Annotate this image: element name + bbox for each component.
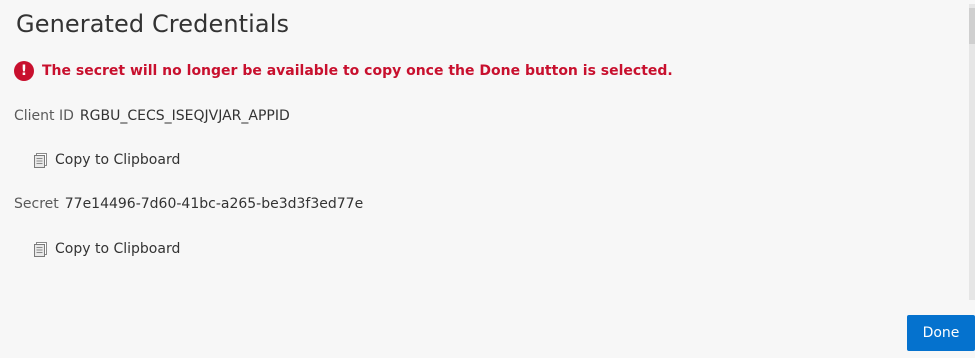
secret-row: Secret 77e14496-7d60-41bc-a265-be3d3f3ed… xyxy=(14,196,363,212)
secret-value: 77e14496-7d60-41bc-a265-be3d3f3ed77e xyxy=(64,196,364,212)
error-icon: ! xyxy=(14,61,34,81)
copy-secret-label: Copy to Clipboard xyxy=(55,241,181,257)
vertical-scrollbar[interactable] xyxy=(969,4,975,300)
client-id-label: Client ID xyxy=(14,108,74,124)
copy-secret-button[interactable]: Copy to Clipboard xyxy=(34,241,180,257)
clipboard-icon xyxy=(34,241,47,257)
dialog-title: Generated Credentials xyxy=(16,10,290,38)
client-id-value: RGBU_CECS_ISEQJVJAR_APPID xyxy=(79,108,290,124)
client-id-row: Client ID RGBU_CECS_ISEQJVJAR_APPID xyxy=(14,108,290,124)
scrollbar-thumb[interactable] xyxy=(969,8,975,44)
generated-credentials-dialog: Generated Credentials ! The secret will … xyxy=(0,0,975,358)
copy-client-id-button[interactable]: Copy to Clipboard xyxy=(34,152,180,168)
done-button[interactable]: Done xyxy=(907,315,975,351)
clipboard-icon xyxy=(34,152,47,168)
warning-message: ! The secret will no longer be available… xyxy=(14,60,673,82)
warning-text: The secret will no longer be available t… xyxy=(42,63,673,79)
secret-label: Secret xyxy=(14,196,59,212)
copy-client-id-label: Copy to Clipboard xyxy=(55,152,181,168)
